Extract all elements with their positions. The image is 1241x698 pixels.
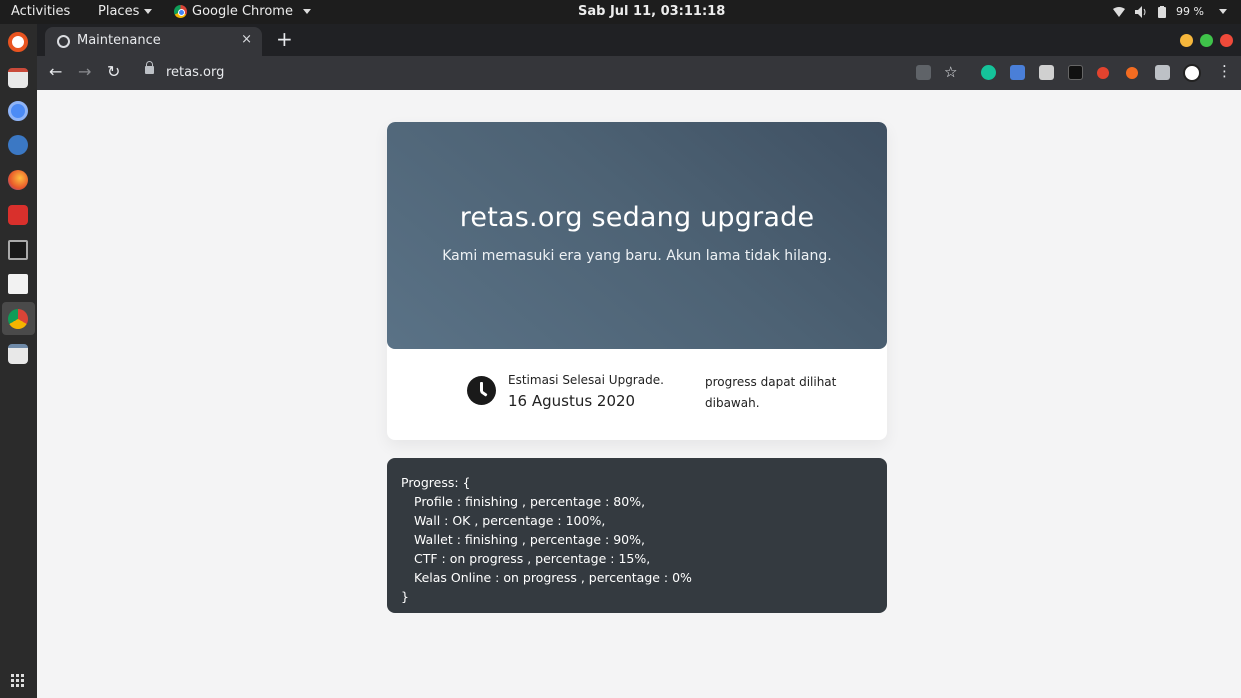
chromium-icon[interactable] [8, 101, 28, 121]
battery-level: 99 % [1176, 5, 1204, 18]
chevron-down-icon [1219, 9, 1227, 14]
app-menu-label: Google Chrome [192, 4, 293, 19]
progress-line: Wallet : finishing , percentage : 90%, [414, 532, 645, 547]
filezilla-icon[interactable] [8, 205, 28, 225]
ubuntu-software-icon[interactable] [8, 32, 28, 52]
dark-extension-icon[interactable] [1068, 65, 1083, 80]
maintenance-card: retas.org sedang upgrade Kami memasuki e… [387, 122, 887, 440]
text-editor-icon[interactable] [8, 274, 28, 294]
red-extension-icon[interactable] [1097, 67, 1109, 79]
new-tab-button[interactable]: + [276, 27, 293, 51]
files-icon[interactable] [8, 344, 28, 364]
gnome-top-bar: Activities Places Google Chrome Sab Jul … [0, 0, 1241, 24]
more-menu-icon[interactable]: ⋮ [1217, 62, 1232, 80]
settings-gear-icon[interactable] [8, 135, 28, 155]
progress-panel: Progress: { Profile : finishing , percen… [387, 458, 887, 613]
avatar[interactable] [1183, 64, 1201, 82]
clock[interactable]: Sab Jul 11, 03:11:18 [578, 4, 725, 19]
volume-icon [1135, 5, 1146, 18]
globe-icon [57, 35, 70, 48]
progress-open: Progress: { [401, 475, 471, 490]
reload-icon[interactable]: ↻ [107, 62, 120, 81]
back-arrow-icon[interactable]: ← [49, 62, 62, 81]
tab-strip: Maintenance × + [37, 24, 1241, 56]
url-text: retas.org [166, 65, 225, 80]
progress-line: Kelas Online : on progress , percentage … [414, 570, 692, 585]
maximize-button[interactable] [1200, 34, 1213, 47]
page-subtitle: Kami memasuki era yang baru. Akun lama t… [442, 248, 832, 264]
chrome-icon [174, 5, 187, 18]
places-label: Places [98, 4, 140, 19]
progress-line: Profile : finishing , percentage : 80%, [414, 494, 646, 509]
progress-line: Wall : OK , percentage : 100%, [414, 513, 606, 528]
calendar-app-icon[interactable] [8, 68, 28, 88]
chevron-down-icon [302, 9, 311, 14]
firefox-icon[interactable] [8, 170, 28, 190]
lock-icon[interactable] [145, 61, 154, 74]
close-window-button[interactable] [1220, 34, 1233, 47]
estimate-date: 16 Agustus 2020 [508, 392, 636, 410]
minimize-button[interactable] [1180, 34, 1193, 47]
close-tab-icon[interactable]: × [241, 32, 252, 47]
translator-extension-icon[interactable] [1010, 65, 1025, 80]
progress-note: progress dapat dilihat dibawah. [705, 375, 837, 410]
tab-title: Maintenance [77, 33, 161, 48]
forward-arrow-icon[interactable]: → [78, 62, 91, 81]
hero-banner: retas.org sedang upgrade Kami memasuki e… [387, 122, 887, 349]
wifi-icon [1113, 6, 1126, 17]
progress-close: } [401, 589, 409, 604]
system-menu[interactable]: 99 % [1113, 5, 1227, 18]
tab-maintenance[interactable]: Maintenance × [45, 27, 262, 56]
page-viewport: retas.org sedang upgrade Kami memasuki e… [37, 90, 1241, 698]
app-menu[interactable]: Google Chrome [174, 4, 311, 19]
translate-icon[interactable] [916, 65, 931, 80]
places-menu[interactable]: Places [98, 4, 153, 19]
progress-line: CTF : on progress , percentage : 15%, [414, 551, 651, 566]
grammarly-icon[interactable] [981, 65, 996, 80]
google-chrome-icon[interactable] [8, 309, 28, 329]
battery-icon [1158, 5, 1167, 18]
orange-extension-icon[interactable] [1126, 67, 1138, 79]
extension-icon[interactable] [1039, 65, 1054, 80]
app-grid-icon[interactable] [11, 674, 25, 688]
terminal-icon[interactable] [8, 240, 28, 260]
ubuntu-dock [0, 24, 37, 698]
estimate-label: Estimasi Selesai Upgrade. [508, 373, 664, 387]
activities-button[interactable]: Activities [11, 4, 70, 19]
puzzle-icon[interactable] [1155, 65, 1170, 80]
address-bar[interactable]: retas.org [143, 60, 903, 86]
bookmark-star-icon[interactable]: ☆ [944, 63, 957, 81]
browser-toolbar: ← → ↻ retas.org ☆ ⋮ [37, 56, 1241, 90]
clock-icon [467, 376, 496, 405]
chevron-down-icon [144, 9, 153, 14]
page-title: retas.org sedang upgrade [459, 202, 815, 233]
